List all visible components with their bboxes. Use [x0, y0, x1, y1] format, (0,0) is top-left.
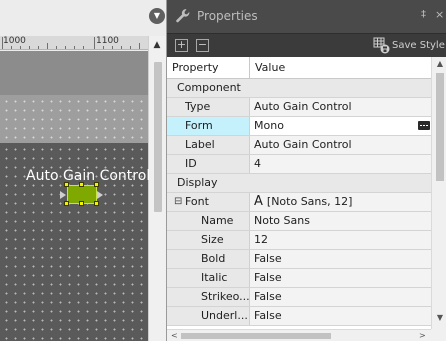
resize-handle-bottom[interactable] [79, 201, 84, 206]
resize-handle-bottom-right[interactable] [94, 201, 99, 206]
scrollbar-corner [431, 329, 446, 341]
property-row-font-size[interactable]: Size 12 [167, 231, 431, 250]
scroll-down-icon[interactable]: ▼ [432, 313, 446, 322]
property-row-italic[interactable]: Italic False [167, 269, 431, 288]
property-value-cell: Auto Gain Control [250, 136, 431, 154]
save-style-button[interactable]: Save Style [373, 36, 446, 56]
category-label: Component [177, 81, 241, 94]
property-name-cell: Label [167, 136, 250, 154]
pin-icon[interactable]: ‡ [421, 9, 426, 20]
save-style-icon [373, 37, 390, 54]
form-value-input[interactable]: Mono [250, 117, 431, 135]
property-value-cell: False [250, 269, 431, 287]
scroll-left-icon[interactable]: < [171, 330, 178, 341]
property-name-cell: ID [167, 155, 250, 173]
property-value-cell: Noto Sans [250, 212, 431, 230]
properties-panel: ▼ Properties ‡ × + − Save Style Property [149, 0, 446, 341]
canvas-grid-light [0, 95, 148, 143]
font-icon: A [254, 194, 263, 209]
property-value-cell: 4 [250, 155, 431, 173]
property-row-font[interactable]: ⊟ Font A [Noto Sans, 12] [167, 193, 431, 212]
ruler-label-1000: 1000 [3, 36, 26, 46]
property-row-label[interactable]: Label Auto Gain Control [167, 136, 431, 155]
category-component[interactable]: Component [167, 79, 431, 98]
canvas-scroll-thumb[interactable] [154, 62, 162, 212]
property-name-cell: Type [167, 98, 250, 116]
collapse-all-button[interactable]: − [196, 39, 209, 52]
property-row-type[interactable]: Type Auto Gain Control [167, 98, 431, 117]
canvas-scroll-up-icon[interactable]: ▲ [148, 36, 166, 54]
property-name-cell: Form [167, 117, 250, 135]
resize-handle-bottom-left[interactable] [64, 201, 69, 206]
property-row-font-name[interactable]: Name Noto Sans [167, 212, 431, 231]
component-title[interactable]: Auto Gain Control [26, 168, 150, 184]
property-name-cell: Size [167, 231, 250, 249]
properties-toolbar: + − Save Style [167, 33, 446, 57]
scroll-up-icon[interactable]: ▲ [432, 59, 446, 68]
ellipsis-button[interactable] [418, 121, 430, 130]
property-value-cell: A [Noto Sans, 12] [250, 193, 431, 211]
close-icon[interactable]: × [435, 8, 444, 21]
wrench-icon [176, 9, 190, 23]
output-port-icon[interactable] [97, 191, 103, 199]
property-row-underline[interactable]: Underl... False [167, 307, 431, 326]
property-row-strikeout[interactable]: Strikeo... False [167, 288, 431, 307]
design-canvas[interactable]: 1000 1100 ▲ Auto Gain Control [0, 0, 166, 341]
horizontal-scroll-thumb[interactable] [181, 333, 331, 339]
property-row-bold[interactable]: Bold False [167, 250, 431, 269]
ruler-label-1100: 1100 [96, 36, 119, 46]
property-name-cell: Italic [167, 269, 250, 287]
scroll-thumb[interactable] [436, 73, 444, 181]
category-label: Display [177, 176, 218, 189]
column-header-property[interactable]: Property [167, 57, 250, 79]
properties-titlebar: ▼ Properties ‡ × [149, 0, 446, 33]
property-name-cell: Strikeo... [167, 288, 250, 306]
property-grid: Property Value Component Type Auto Gain … [167, 57, 431, 329]
property-name-cell: Name [167, 212, 250, 230]
resize-handle-top-left[interactable] [64, 182, 69, 187]
property-value-cell: Auto Gain Control [250, 98, 431, 116]
property-row-form[interactable]: Form Mono [167, 117, 431, 136]
input-port-icon[interactable] [60, 191, 66, 199]
resize-handle-top[interactable] [79, 182, 84, 187]
property-value-cell: 12 [250, 231, 431, 249]
property-name-cell: Bold [167, 250, 250, 268]
collapse-toggle-icon[interactable]: ⊟ [174, 193, 182, 211]
properties-horizontal-scrollbar[interactable]: < > [167, 329, 431, 341]
resize-handle-top-right[interactable] [94, 182, 99, 187]
category-display[interactable]: Display [167, 174, 431, 193]
panel-title: Properties [197, 9, 258, 23]
canvas-header-band [0, 51, 148, 95]
expand-all-button[interactable]: + [175, 39, 188, 52]
property-row-id[interactable]: ID 4 [167, 155, 431, 174]
save-style-label: Save Style [392, 40, 445, 51]
collapse-panel-icon[interactable]: ▼ [149, 8, 165, 24]
column-header-value[interactable]: Value [250, 57, 431, 79]
scroll-right-icon[interactable]: > [419, 330, 426, 341]
properties-vertical-scrollbar[interactable]: ▲ ▼ [431, 57, 446, 329]
property-value-cell: False [250, 250, 431, 268]
property-name-cell: Underl... [167, 307, 250, 325]
property-value-cell: False [250, 288, 431, 306]
property-name-cell: ⊟ Font [167, 193, 250, 211]
horizontal-ruler: 1000 1100 [0, 36, 148, 50]
property-value-cell: False [250, 307, 431, 325]
canvas-vertical-scrollbar[interactable] [148, 36, 166, 341]
